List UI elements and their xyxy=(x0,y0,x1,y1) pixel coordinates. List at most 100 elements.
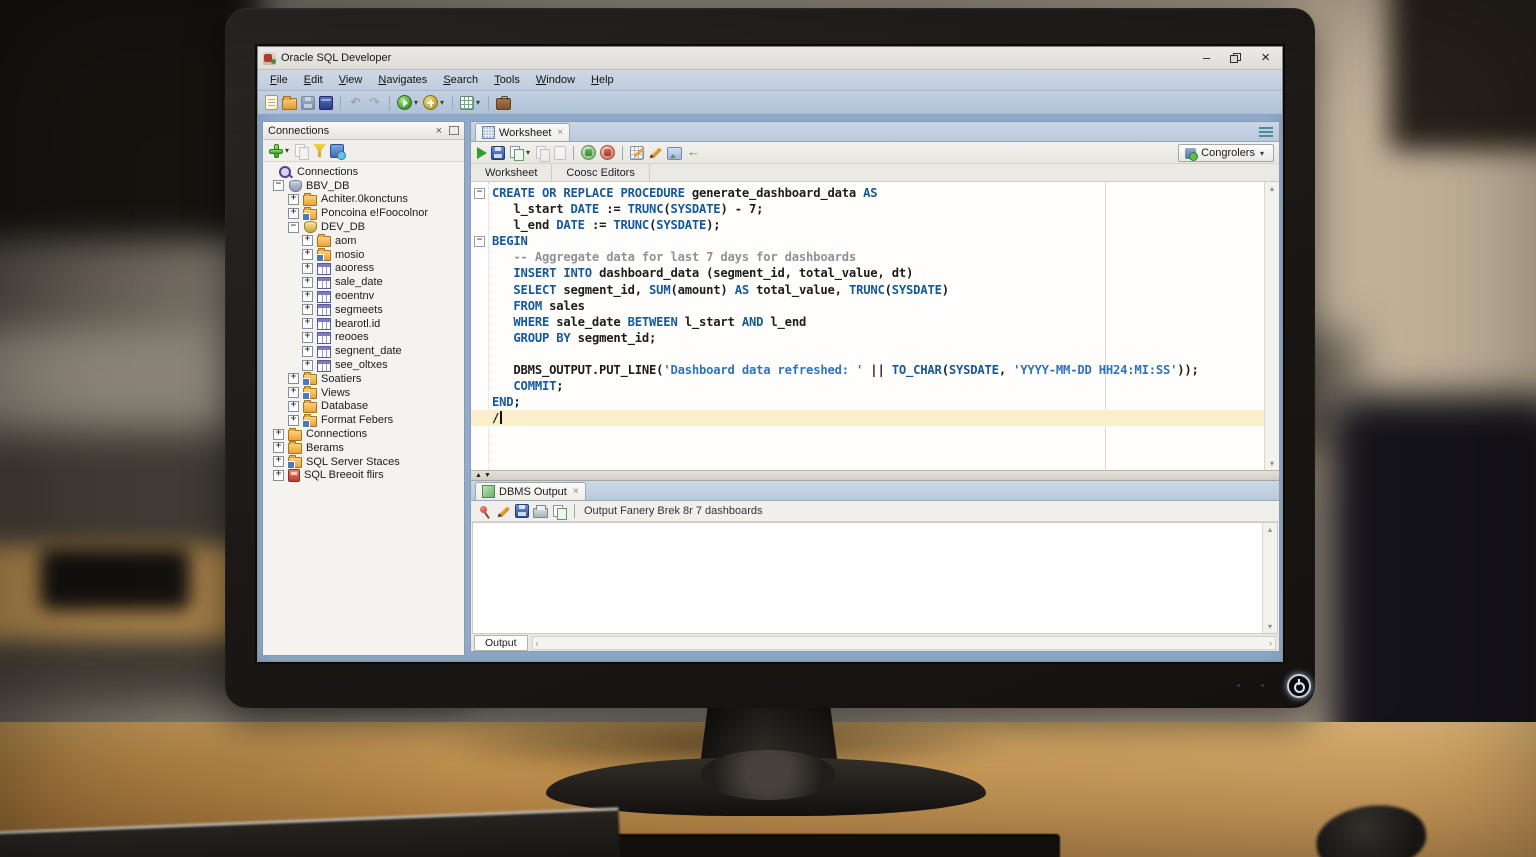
forward-icon[interactable] xyxy=(423,95,438,110)
forward-icon-caret[interactable]: ▾ xyxy=(440,98,444,107)
expand-icon[interactable]: + xyxy=(302,249,313,260)
open-object-icon-caret[interactable]: ▾ xyxy=(476,98,480,107)
run-script-icon[interactable] xyxy=(509,145,524,160)
scroll-up-icon[interactable]: ▴ xyxy=(1268,525,1272,534)
fold-icon[interactable]: − xyxy=(474,188,485,199)
code-line-4[interactable]: −BEGIN xyxy=(471,233,1265,249)
tree-item-eoentnv[interactable]: +eoentnv xyxy=(263,289,464,303)
tree-item-aooress[interactable]: +aooress xyxy=(263,262,464,276)
redo-icon[interactable]: ↷ xyxy=(367,95,382,110)
connection-selector[interactable]: Congrolers ▾ xyxy=(1178,144,1274,162)
tree-item-achiter-0konctuns[interactable]: +Achiter.0konctuns xyxy=(263,193,464,207)
code-line-13[interactable]: COMMIT; xyxy=(471,378,1265,394)
expand-icon[interactable]: + xyxy=(288,194,299,205)
splitter-up-icon[interactable]: ▲ xyxy=(475,472,482,479)
menu-window[interactable]: Window xyxy=(528,72,583,88)
output-content[interactable]: ▴ ▾ xyxy=(472,522,1278,634)
tab-dbms-output[interactable]: DBMS Output × xyxy=(475,482,586,500)
menu-edit[interactable]: Edit xyxy=(296,72,331,88)
tree-item-dev-db[interactable]: −DEV_DB xyxy=(263,220,464,234)
restore-button[interactable] xyxy=(1230,53,1241,63)
tree-item-soatiers[interactable]: +Soatiers xyxy=(263,372,464,386)
explain-plan-icon[interactable] xyxy=(554,146,566,160)
code-line-14[interactable]: END; xyxy=(471,394,1265,410)
code-line-5[interactable]: -- Aggregate data for last 7 days for da… xyxy=(471,249,1265,265)
collapse-icon[interactable]: − xyxy=(273,180,284,191)
database-doc-icon[interactable] xyxy=(319,96,333,110)
expand-icon[interactable]: + xyxy=(302,263,313,274)
tree-item-sql-server-staces[interactable]: +SQL Server Staces xyxy=(263,455,464,469)
tree-item-sql-breeoit-flirs[interactable]: +SQL Breeoit flirs xyxy=(263,469,464,483)
code-line-9[interactable]: WHERE sale_date BETWEEN l_start AND l_en… xyxy=(471,314,1265,330)
dbms-output-tab-close-icon[interactable]: × xyxy=(573,486,579,497)
tree-item-connections[interactable]: Connections xyxy=(263,165,464,179)
filter-icon[interactable] xyxy=(313,144,326,157)
tree-item-mosio[interactable]: +mosio xyxy=(263,248,464,262)
expand-icon[interactable]: + xyxy=(288,387,299,398)
to-worksheet-icon[interactable]: ← xyxy=(686,145,701,160)
sql-history-icon[interactable] xyxy=(667,147,682,160)
expand-icon[interactable]: + xyxy=(302,235,313,246)
code-line-1[interactable]: −CREATE OR REPLACE PROCEDURE generate_da… xyxy=(471,185,1265,201)
code-line-6[interactable]: INSERT INTO dashboard_data (segment_id, … xyxy=(471,265,1265,281)
run-script-icon-caret[interactable]: ▾ xyxy=(526,148,530,157)
expand-icon[interactable]: + xyxy=(302,346,313,357)
expand-icon[interactable]: + xyxy=(273,442,284,453)
expand-icon[interactable]: + xyxy=(302,304,313,315)
editor-scrollbar[interactable]: ▴ ▾ xyxy=(1264,182,1279,470)
rollback-icon[interactable] xyxy=(600,145,615,160)
menu-help[interactable]: Help xyxy=(583,72,622,88)
sql-editor[interactable]: −CREATE OR REPLACE PROCEDURE generate_da… xyxy=(471,182,1279,470)
menu-tools[interactable]: Tools xyxy=(486,72,528,88)
expand-icon[interactable]: + xyxy=(273,456,284,467)
splitter-down-icon[interactable]: ▼ xyxy=(484,472,491,479)
clear-output-icon[interactable] xyxy=(496,504,511,519)
code-line-8[interactable]: FROM sales xyxy=(471,298,1265,314)
tree-item-views[interactable]: +Views xyxy=(263,386,464,400)
undo-icon[interactable]: ↶ xyxy=(348,95,363,110)
save-output-icon[interactable] xyxy=(515,504,529,518)
code-line-7[interactable]: SELECT segment_id, SUM(amount) AS total_… xyxy=(471,282,1265,298)
code-line-2[interactable]: l_start DATE := TRUNC(SYSDATE) - 7; xyxy=(471,201,1265,217)
back-icon[interactable] xyxy=(397,95,412,110)
tab-list-icon[interactable] xyxy=(1259,127,1273,137)
print-icon[interactable] xyxy=(496,98,511,110)
scroll-right-icon[interactable]: › xyxy=(1269,638,1272,648)
subtab-code-editors[interactable]: Coosc Editors xyxy=(552,164,649,181)
expand-icon[interactable]: + xyxy=(273,470,284,481)
pin-icon[interactable] xyxy=(477,504,492,519)
expand-icon[interactable]: + xyxy=(302,360,313,371)
unshared-worksheet-icon[interactable] xyxy=(630,146,644,160)
tree-item-bearotl-id[interactable]: +bearotl.id xyxy=(263,317,464,331)
code-line-10[interactable]: GROUP BY segment_id; xyxy=(471,330,1265,346)
expand-icon[interactable]: + xyxy=(302,332,313,343)
back-icon-caret[interactable]: ▾ xyxy=(414,98,418,107)
expand-icon[interactable]: + xyxy=(273,429,284,440)
expand-icon[interactable]: + xyxy=(302,318,313,329)
tree-item-berams[interactable]: +Berams xyxy=(263,441,464,455)
tab-worksheet[interactable]: Worksheet × xyxy=(475,123,570,141)
new-file-icon[interactable] xyxy=(265,95,278,110)
output-bottom-tab[interactable]: Output xyxy=(474,635,528,651)
scroll-down-icon[interactable]: ▾ xyxy=(1268,622,1272,631)
code-line-15[interactable]: / xyxy=(471,410,1265,426)
expand-icon[interactable]: + xyxy=(288,373,299,384)
code-line-11[interactable] xyxy=(471,346,1265,362)
panel-close-icon[interactable]: × xyxy=(433,125,445,137)
expand-icon[interactable]: + xyxy=(288,401,299,412)
tree-item-bbv-db[interactable]: −BBV_DB xyxy=(263,179,464,193)
subtab-worksheet[interactable]: Worksheet xyxy=(471,164,552,181)
menu-file[interactable]: File xyxy=(262,72,296,88)
add-connection-icon[interactable] xyxy=(268,143,283,158)
panel-restore-icon[interactable] xyxy=(449,126,459,135)
worksheet-tab-close-icon[interactable]: × xyxy=(557,127,563,138)
clear-worksheet-icon[interactable] xyxy=(648,145,663,160)
tree-item-segnent-date[interactable]: +segnent_date xyxy=(263,344,464,358)
power-button[interactable] xyxy=(1287,674,1311,698)
save-icon[interactable] xyxy=(301,96,315,110)
add-connection-icon-caret[interactable]: ▾ xyxy=(285,146,289,155)
clone-connection-icon[interactable] xyxy=(294,143,309,158)
menu-navigates[interactable]: Navigates xyxy=(370,72,435,88)
code-line-3[interactable]: l_end DATE := TRUNC(SYSDATE); xyxy=(471,217,1265,233)
tree-item-format-febers[interactable]: +Format Febers xyxy=(263,413,464,427)
